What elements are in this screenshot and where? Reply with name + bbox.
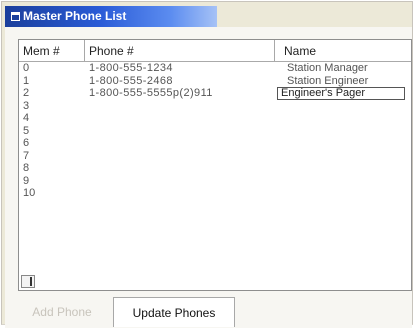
phone-grid[interactable]: Mem # Phone # Name 0 1-800-555-1234 Statio… (18, 39, 412, 291)
table-row[interactable]: 8 (19, 162, 411, 175)
table-row[interactable]: 9 (19, 175, 411, 188)
table-row[interactable]: 7 (19, 150, 411, 163)
column-header-mem[interactable]: Mem # (19, 40, 85, 61)
table-row[interactable]: 5 (19, 125, 411, 138)
mem-cell[interactable]: 7 (23, 150, 73, 163)
mem-cell[interactable]: 6 (23, 137, 73, 150)
phone-cell[interactable]: 1-800-555-1234 (89, 62, 269, 75)
table-row[interactable]: 10 (19, 187, 411, 200)
column-header-name[interactable]: Name (275, 40, 411, 61)
content-area: Mem # Phone # Name 0 1-800-555-1234 Statio… (5, 27, 412, 328)
grid-header: Mem # Phone # Name (19, 40, 411, 62)
window-icon (11, 12, 20, 21)
mem-cell[interactable]: 2 (23, 87, 73, 100)
column-header-phone[interactable]: Phone # (85, 40, 275, 61)
mem-cell[interactable]: 8 (23, 162, 73, 175)
button-bar: Add Phone Update Phones (5, 297, 412, 328)
mem-cell[interactable]: 5 (23, 125, 73, 138)
grid-rows: 0 1-800-555-1234 Station Manager 1 1-800-555… (19, 62, 411, 200)
mem-cell[interactable]: 0 (23, 62, 73, 75)
window-title: Master Phone List (23, 9, 127, 23)
name-edit-field[interactable]: Engineer's Pager (277, 87, 405, 100)
mem-cell[interactable]: 3 (23, 100, 73, 113)
horizontal-scrollbar[interactable] (21, 275, 35, 288)
table-row[interactable]: 2 1-800-555-5555p(2)911 Engineer's Pager (19, 87, 411, 100)
name-cell[interactable]: Station Engineer (287, 75, 407, 88)
table-row[interactable]: 1 1-800-555-2468 Station Engineer (19, 75, 411, 88)
table-row[interactable]: 3 (19, 100, 411, 113)
mem-cell[interactable]: 4 (23, 112, 73, 125)
table-row[interactable]: 0 1-800-555-1234 Station Manager (19, 62, 411, 75)
add-phone-button: Add Phone (32, 305, 92, 319)
update-phones-button[interactable]: Update Phones (113, 297, 235, 327)
title-bar[interactable]: Master Phone List (5, 6, 217, 27)
phone-cell[interactable]: 1-800-555-2468 (89, 75, 269, 88)
mem-cell[interactable]: 1 (23, 75, 73, 88)
table-row[interactable]: 4 (19, 112, 411, 125)
mem-cell[interactable]: 10 (23, 187, 73, 200)
table-row[interactable]: 6 (19, 137, 411, 150)
name-cell[interactable]: Station Manager (287, 62, 407, 75)
mem-cell[interactable]: 9 (23, 175, 73, 188)
phone-cell[interactable]: 1-800-555-5555p(2)911 (89, 87, 269, 100)
phone-list-window: Master Phone List Mem # Phone # Name 0 1-… (1, 1, 413, 328)
scrollbar-thumb[interactable] (30, 277, 32, 286)
